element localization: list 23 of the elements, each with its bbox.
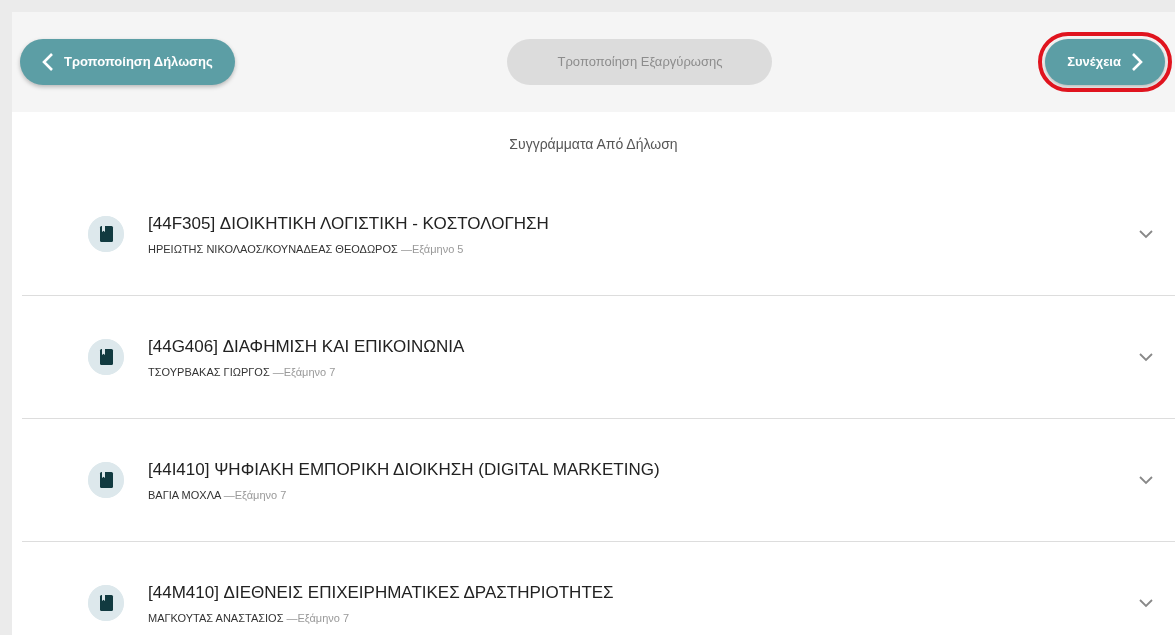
course-title: [44F305] ΔΙΟΙΚΗΤΙΚΗ ΛΟΓΙΣΤΙΚΗ - ΚΟΣΤΟΛΟΓΗΣΗ — [148, 213, 550, 235]
course-title: [44M410] ΔΙΕΘΝΕΙΣ ΕΠΙΧΕΙΡΗΜΑΤΙΚΕΣ ΔΡΑΣΤΗΡΙΟΤΗΤΕΣ — [148, 582, 615, 604]
chevron-down-icon[interactable] — [1139, 229, 1153, 239]
course-row[interactable]: [44G406] ΔΙΑΦΗΜΙΣΗ ΚΑΙ ΕΠΙΚΟΙΝΩΝΙΑ ΤΣΟΥΡΒΑΚΑΣ ΓΙΩΡΓΟΣ —Εξάμηνο 7 — [22, 296, 1175, 419]
chevron-left-icon — [42, 52, 54, 72]
course-row[interactable]: [44F305] ΔΙΟΙΚΗΤΙΚΗ ΛΟΓΙΣΤΙΚΗ - ΚΟΣΤΟΛΟΓΗΣΗ ΗΡΕΙΩΤΗΣ ΝΙΚΟΛΑΟΣ/ΚΟΥΝΑΔΕΑΣ ΘΕΟΔΩΡΟΣ —Εξάμηνο 5 — [22, 173, 1175, 296]
chevron-down-icon[interactable] — [1139, 475, 1153, 485]
course-semester: —Εξάμηνο 7 — [272, 365, 336, 378]
course-row[interactable]: [44I410] ΨΗΦΙΑΚΗ ΕΜΠΟΡΙΚΗ ΔΙΟΙΚΗΣΗ (DIGITAL MARKETING) ΒΑΓΙΑ ΜΟΧΛΑ —Εξάμηνο 7 — [22, 419, 1175, 542]
course-instructors: ΗΡΕΙΩΤΗΣ ΝΙΚΟΛΑΟΣ/ΚΟΥΝΑΔΕΑΣ ΘΕΟΔΩΡΟΣ — [148, 242, 398, 255]
course-title: [44G406] ΔΙΑΦΗΜΙΣΗ ΚΑΙ ΕΠΙΚΟΙΝΩΝΙΑ — [148, 336, 466, 358]
course-semester: —Εξάμηνο 7 — [223, 488, 287, 501]
course-semester: —Εξάμηνο 7 — [286, 611, 350, 624]
course-row[interactable]: [44M410] ΔΙΕΘΝΕΙΣ ΕΠΙΧΕΙΡΗΜΑΤΙΚΕΣ ΔΡΑΣΤΗΡΙΟΤΗΤΕΣ ΜΑΓΚΟΥΤΑΣ ΑΝΑΣΤΑΣΙΟΣ —Εξάμηνο 7 — [22, 542, 1175, 635]
chevron-down-icon[interactable] — [1139, 352, 1153, 362]
course-instructors: ΤΣΟΥΡΒΑΚΑΣ ΓΙΩΡΓΟΣ — [148, 365, 270, 378]
chevron-down-icon[interactable] — [1139, 598, 1153, 608]
course-instructors: ΜΑΓΚΟΥΤΑΣ ΑΝΑΣΤΑΣΙΟΣ — [148, 611, 284, 624]
section-title: Συγγράμματα Από Δήλωση — [508, 135, 679, 154]
course-instructors: ΒΑΓΙΑ ΜΟΧΛΑ — [148, 488, 221, 501]
course-semester: —Εξάμηνο 5 — [400, 242, 464, 255]
chevron-right-icon — [1131, 52, 1143, 72]
course-title: [44I410] ΨΗΦΙΑΚΗ ΕΜΠΟΡΙΚΗ ΔΙΟΙΚΗΣΗ (DIGITAL MARKETING) — [148, 459, 661, 481]
